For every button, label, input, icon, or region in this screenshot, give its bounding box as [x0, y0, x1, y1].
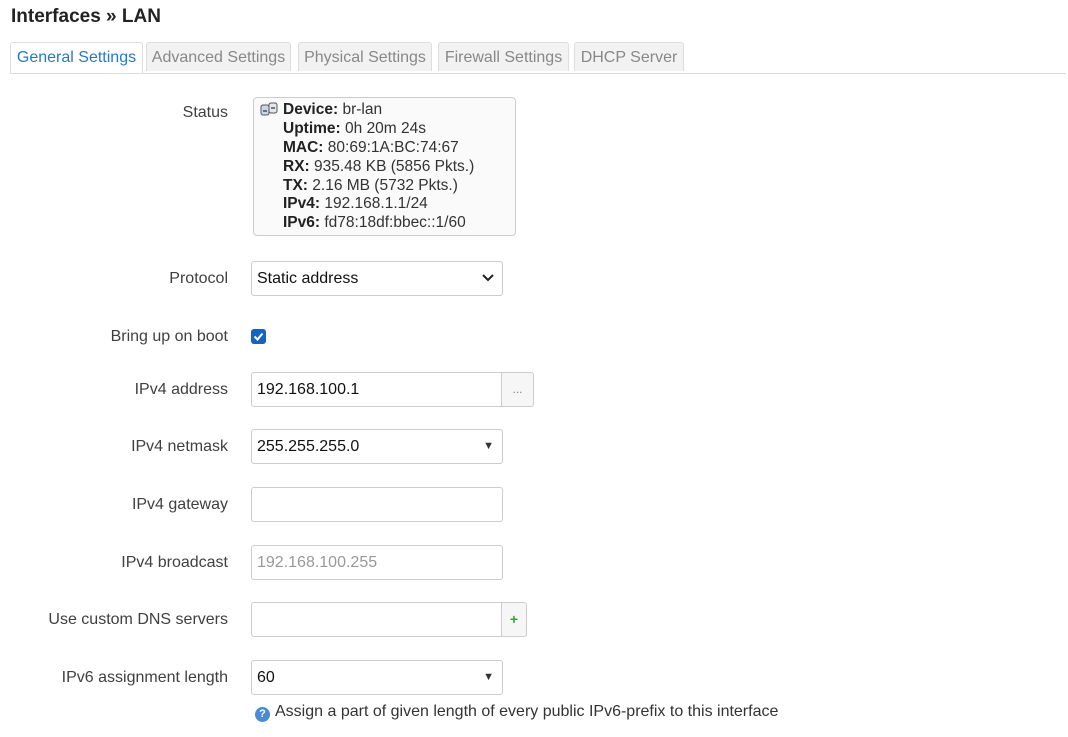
help-icon: ? [255, 707, 270, 722]
ipv4-gateway-label: IPv4 gateway [131, 496, 228, 513]
page-title: Interfaces » LAN [11, 6, 161, 27]
ipv4-address-more-button[interactable]: ... [501, 372, 534, 407]
protocol-label: Protocol [169, 270, 228, 287]
dns-input[interactable] [251, 602, 503, 637]
ipv6-assign-label: IPv6 assignment length [61, 669, 228, 686]
ipv4-netmask-select[interactable]: 255.255.255.0 ▼ [251, 429, 503, 464]
ipv4-gateway-input[interactable] [251, 487, 503, 522]
boot-label: Bring up on boot [110, 328, 228, 345]
dns-label: Use custom DNS servers [48, 611, 228, 628]
add-dns-button[interactable]: + [501, 602, 527, 637]
ipv4-address-label: IPv4 address [134, 381, 228, 398]
ipv6-assign-help: ? Assign a part of given length of every … [255, 703, 778, 722]
chevron-down-icon [482, 274, 494, 282]
status-device: Device: br-lan [283, 101, 383, 118]
tab-bar: General Settings Advanced Settings Physi… [10, 42, 1066, 74]
protocol-select[interactable]: Static address [251, 261, 503, 296]
checkmark-icon [253, 332, 264, 341]
dropdown-arrow-icon: ▼ [483, 440, 494, 452]
status-rx: RX: 935.48 KB (5856 Pkts.) [283, 158, 475, 175]
status-panel: Device: br-lan Uptime: 0h 20m 24s MAC: 8… [253, 97, 516, 236]
ipv4-broadcast-label: IPv4 broadcast [121, 554, 228, 571]
status-tx: TX: 2.16 MB (5732 Pkts.) [283, 177, 458, 194]
ipv4-netmask-label: IPv4 netmask [131, 438, 228, 455]
ipv6-assign-help-text: Assign a part of given length of every p… [275, 703, 779, 720]
status-ipv4: IPv4: 192.168.1.1/24 [283, 195, 428, 212]
dropdown-arrow-icon: ▼ [483, 671, 494, 683]
ipv4-broadcast-input[interactable]: 192.168.100.255 [251, 545, 503, 580]
tab-physical-settings[interactable]: Physical Settings [298, 42, 432, 71]
network-icon [260, 102, 278, 116]
tab-dhcp-server[interactable]: DHCP Server [574, 42, 684, 71]
status-mac: MAC: 80:69:1A:BC:74:67 [283, 139, 459, 156]
status-label: Status [182, 104, 228, 121]
tab-general-settings[interactable]: General Settings [10, 42, 143, 73]
boot-checkbox[interactable] [251, 329, 266, 344]
ipv4-address-input[interactable]: 192.168.100.1 [251, 372, 503, 407]
ipv6-assign-select[interactable]: 60 ▼ [251, 660, 503, 695]
ipv4-netmask-value: 255.255.255.0 [257, 438, 360, 455]
tab-firewall-settings[interactable]: Firewall Settings [438, 42, 569, 71]
status-ipv6: IPv6: fd78:18df:bbec::1/60 [283, 214, 466, 231]
protocol-value: Static address [257, 270, 359, 287]
status-uptime: Uptime: 0h 20m 24s [283, 120, 427, 137]
tab-advanced-settings[interactable]: Advanced Settings [146, 42, 291, 71]
ipv6-assign-value: 60 [257, 669, 275, 686]
